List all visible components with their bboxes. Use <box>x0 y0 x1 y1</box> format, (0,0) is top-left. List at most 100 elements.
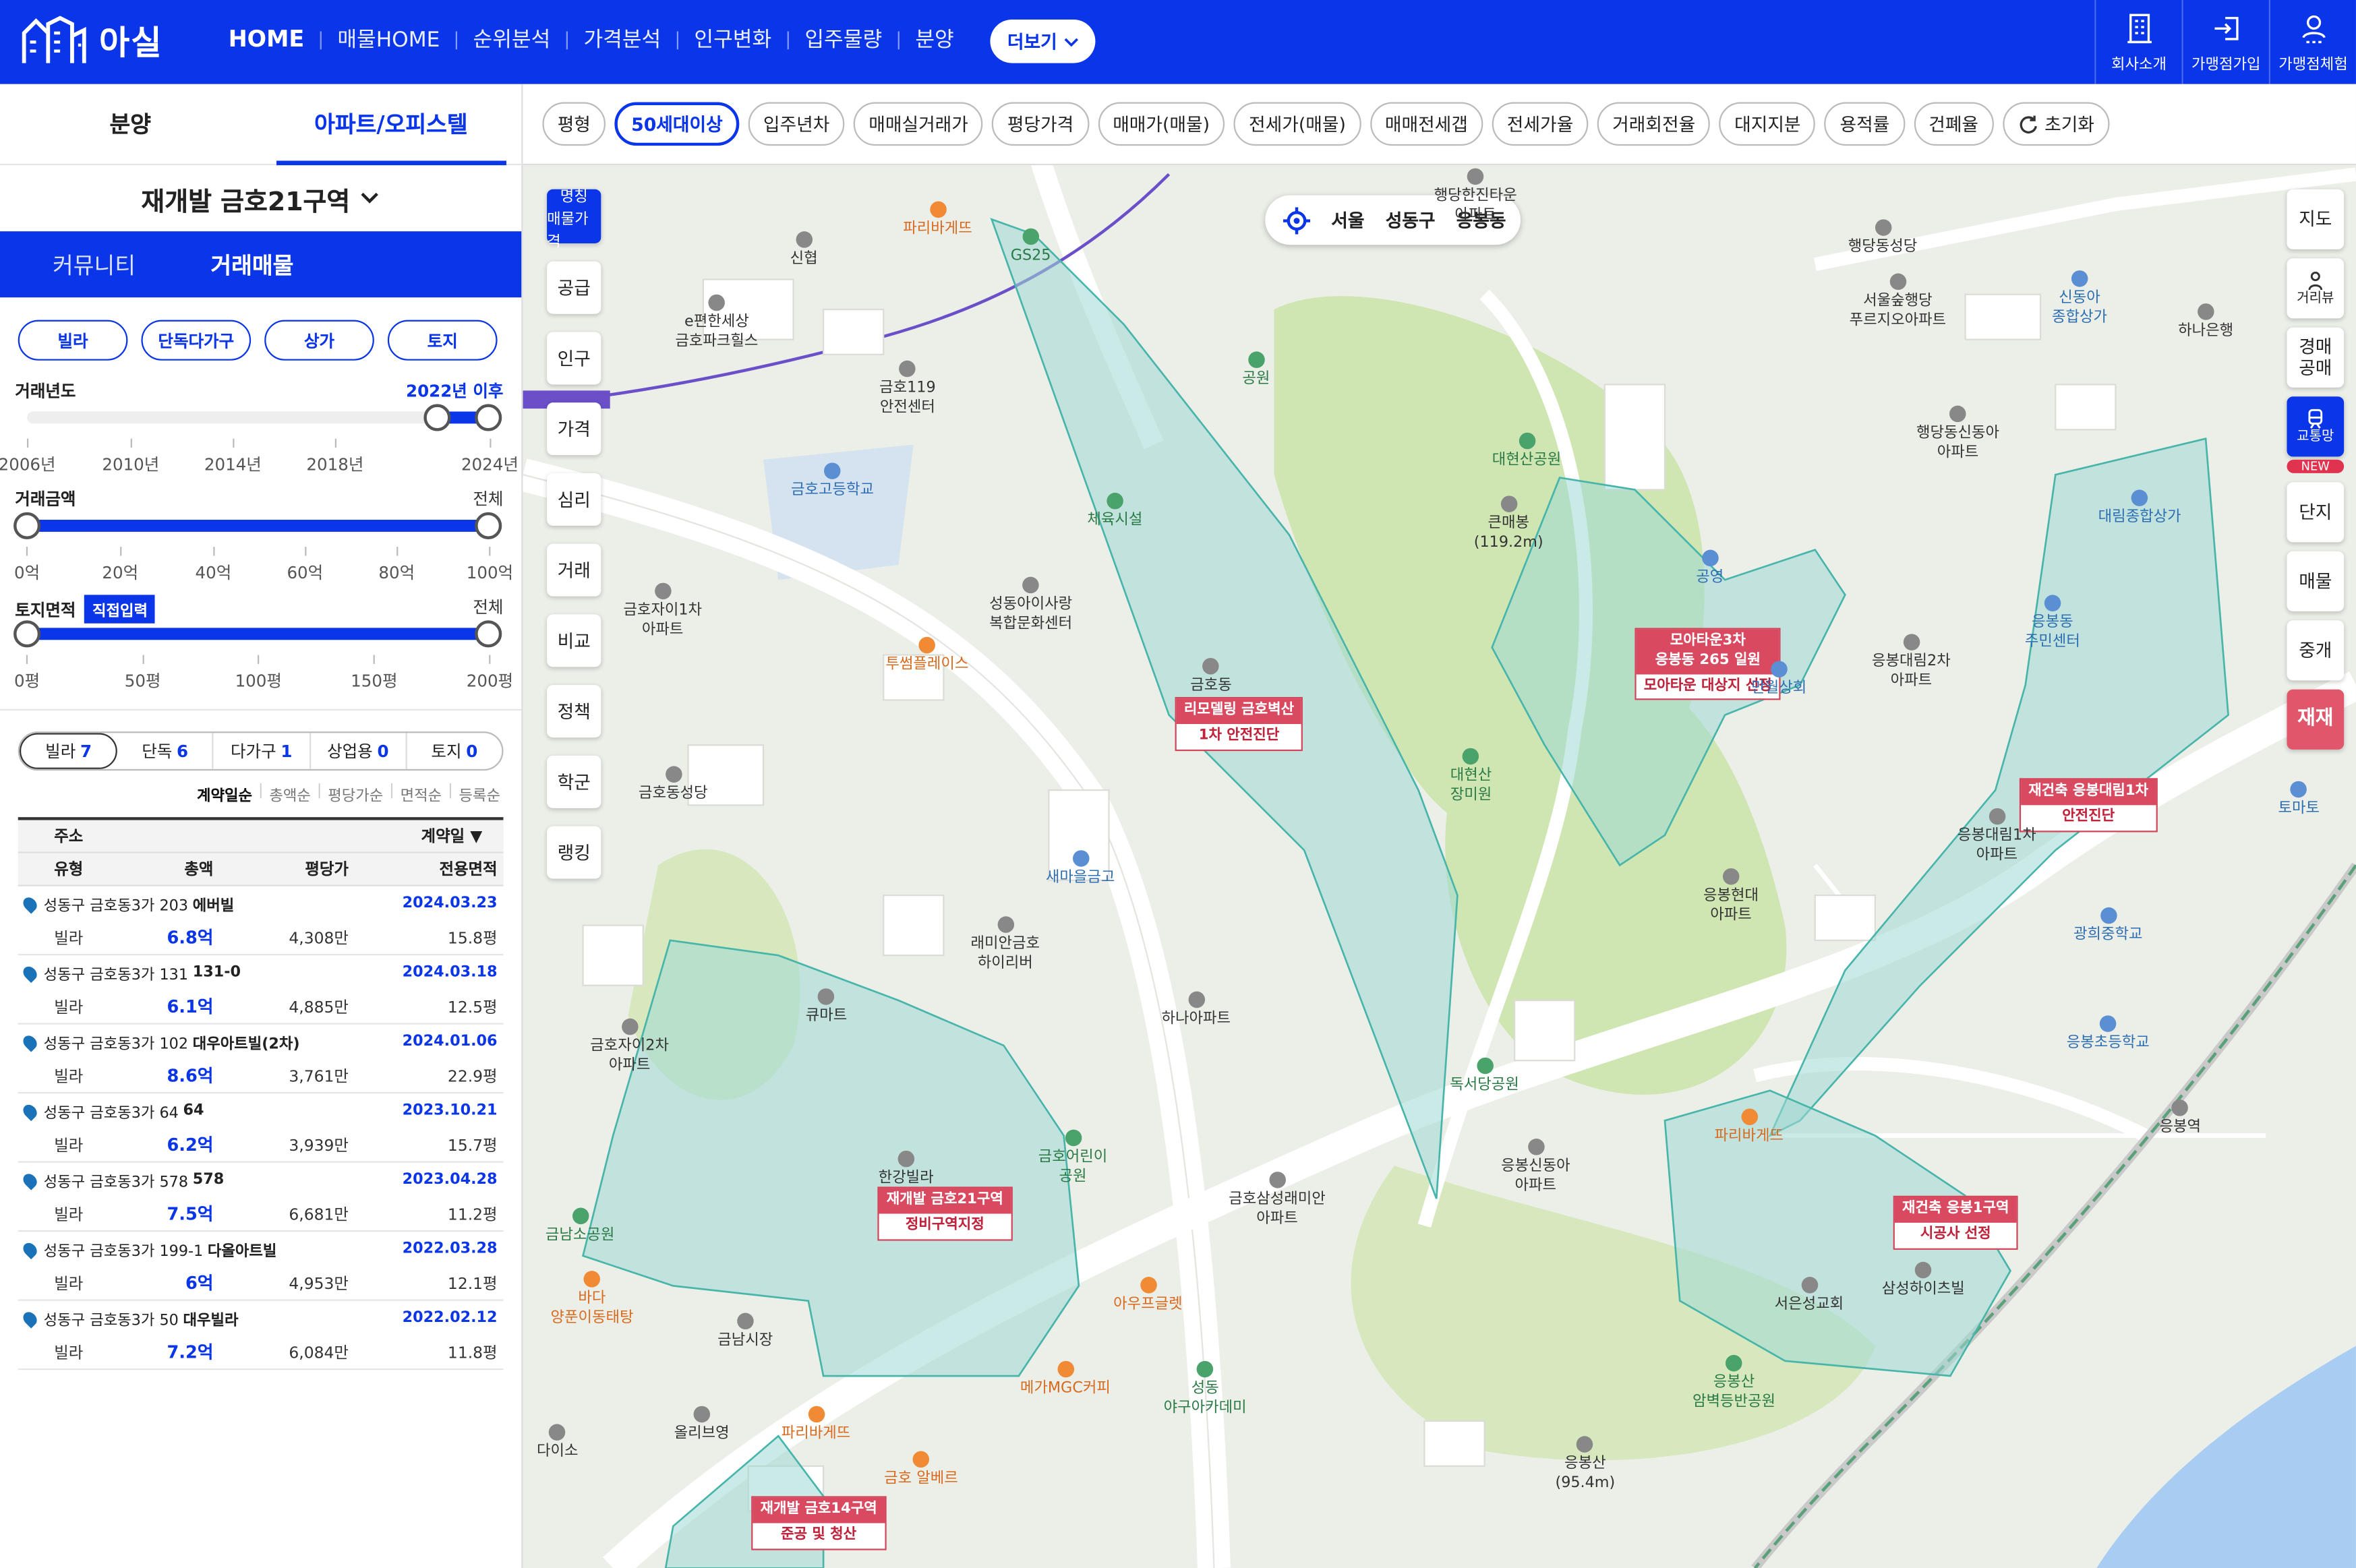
map-poi[interactable]: 삼성하이츠빌 <box>1882 1261 1965 1300</box>
map-poi[interactable]: 바다 양푼이동태탕 <box>550 1271 633 1328</box>
location-district[interactable]: 성동구 <box>1386 208 1436 233</box>
filter-chip[interactable]: 50세대이상 <box>614 102 740 146</box>
toolbar-map[interactable]: 지도 <box>2287 189 2345 249</box>
toolbar-price[interactable]: 가격 <box>547 402 601 456</box>
type-villa-button[interactable]: 빌라 <box>18 320 128 361</box>
toolbar-school[interactable]: 학군 <box>547 755 601 808</box>
price-slider-max-handle[interactable] <box>475 512 502 539</box>
map-poi[interactable]: 서은성교회 <box>1775 1277 1844 1315</box>
category-multi[interactable]: 다가구 1 <box>214 733 311 769</box>
toolbar-population[interactable]: 인구 <box>547 332 601 385</box>
map-poi[interactable]: 서울숲행당 푸르지오아파트 <box>1850 273 1946 331</box>
tab-transactions[interactable]: 거래매물 <box>210 249 293 280</box>
map-poi[interactable]: 만월상회 <box>1751 661 1806 699</box>
price-slider-min-handle[interactable] <box>13 512 41 539</box>
table-row[interactable]: 성동구 금호동3가 50 대우빌라 2022.02.12 <box>18 1301 504 1335</box>
map-poi[interactable]: 공영 <box>1696 549 1724 589</box>
tab-community[interactable]: 커뮤니티 <box>53 249 136 280</box>
map-poi[interactable]: 행당한진타운 아파트 <box>1434 168 1517 226</box>
land-slider-min-handle[interactable] <box>13 620 41 648</box>
filter-chip[interactable]: 매매가(매물) <box>1097 102 1225 146</box>
map-area[interactable]: 평형 50세대이상 입주년차 매매실거래가 평당가격 매매가(매물) 전세가(매물) 매매전세… <box>523 84 2356 1568</box>
map-poi[interactable]: 응봉대림2차 아파트 <box>1872 634 1951 691</box>
table-row-detail[interactable]: 빌라 6억 4,953만 12.1평 <box>18 1266 504 1301</box>
zone-label[interactable]: 재건축 응봉1구역 시공사 선정 <box>1893 1195 2018 1250</box>
map-poi[interactable]: 큐마트 <box>806 988 847 1027</box>
location-city[interactable]: 서울 <box>1331 208 1364 233</box>
map-poi[interactable]: 금남소공원 <box>546 1207 614 1246</box>
toolbar-sentiment[interactable]: 심리 <box>547 473 601 526</box>
category-house[interactable]: 단독 6 <box>117 733 214 769</box>
year-slider-min-handle[interactable] <box>423 404 451 431</box>
table-row-detail[interactable]: 빌라 6.2억 3,939만 15.7평 <box>18 1128 504 1163</box>
map-poi[interactable]: 메가MGC커피 <box>1020 1360 1111 1399</box>
toolbar-ranking[interactable]: 랭킹 <box>547 826 601 879</box>
table-row-detail[interactable]: 빌라 6.1억 4,885만 12.5평 <box>18 990 504 1025</box>
map-poi[interactable]: 큰매봉 (119.2m) <box>1474 495 1543 553</box>
map-poi[interactable]: 성동아이사랑 복합문화센터 <box>989 576 1072 634</box>
nav-listing-home[interactable]: 매물HOME <box>337 24 440 55</box>
map-poi[interactable]: 행당동성당 <box>1848 219 1917 258</box>
nav-home[interactable]: HOME <box>229 26 304 53</box>
region-selector[interactable]: 재개발 금호21구역 <box>0 165 521 231</box>
crosshair-icon[interactable] <box>1283 206 1311 234</box>
land-slider-max-handle[interactable] <box>475 620 502 648</box>
map-poi[interactable]: 투썸플레이스 <box>885 636 968 675</box>
zone-label[interactable]: 재건축 응봉대림1차 안전진단 <box>2019 778 2158 832</box>
sort-registered[interactable]: 등록순 <box>459 783 501 806</box>
toolbar-transit[interactable]: 교통망 <box>2287 396 2345 457</box>
map-poi[interactable]: 다이소 <box>537 1424 578 1462</box>
table-row[interactable]: 성동구 금호동3가 203 에버빌 2024.03.23 <box>18 886 504 921</box>
toolbar-redevelopment[interactable]: 재재 <box>2287 689 2345 750</box>
map-poi[interactable]: 금호 알베르 <box>884 1451 958 1490</box>
nav-ranking[interactable]: 순위분석 <box>473 24 550 55</box>
zone-label[interactable]: 재개발 금호21구역 정비구역지정 <box>877 1186 1013 1240</box>
map-poi[interactable]: 대현산 장미원 <box>1450 748 1492 806</box>
map-poi[interactable]: 성동 야구아카데미 <box>1164 1360 1247 1418</box>
map-poi[interactable]: 체육시설 <box>1087 492 1142 531</box>
map-poi[interactable]: 신협 <box>790 231 818 270</box>
reset-button[interactable]: 초기화 <box>2002 102 2110 146</box>
year-slider-max-handle[interactable] <box>475 404 502 431</box>
map-poi[interactable]: 하나은행 <box>2178 303 2233 342</box>
direct-input-button[interactable]: 직접입력 <box>84 595 156 624</box>
map-poi[interactable]: 파리바게뜨 <box>782 1406 850 1445</box>
map-poi[interactable]: 응봉동 주민센터 <box>2025 595 2080 652</box>
map-poi[interactable]: 파리바게뜨 <box>1714 1108 1784 1147</box>
sort-contract-date[interactable]: 계약일순 <box>197 783 252 806</box>
sort-per-pyeong[interactable]: 평당가순 <box>328 783 383 806</box>
table-row[interactable]: 성동구 금호동3가 199-1 다올아트빌 2022.03.28 <box>18 1232 504 1266</box>
map-poi[interactable]: 아우프글렛 <box>1113 1277 1183 1315</box>
category-land[interactable]: 토지 0 <box>407 733 502 768</box>
name-price-toggle[interactable]: 명칭 매물가격 <box>547 189 601 250</box>
table-row-detail[interactable]: 빌라 8.6억 3,761만 22.9평 <box>18 1059 504 1094</box>
tab-presale[interactable]: 분양 <box>0 84 261 164</box>
filter-chip[interactable]: 전세가(매물) <box>1233 102 1361 146</box>
map-poi[interactable]: 토마토 <box>2278 781 2320 820</box>
filter-chip[interactable]: 용적률 <box>1825 102 1905 146</box>
toolbar-policy[interactable]: 정책 <box>547 685 601 738</box>
toolbar-agent[interactable]: 중개 <box>2287 620 2345 681</box>
type-store-button[interactable]: 상가 <box>264 320 374 361</box>
map-poi[interactable]: GS25 <box>1011 228 1051 267</box>
company-button[interactable]: 회사소개 <box>2094 0 2181 84</box>
map-poi[interactable]: 응봉산 (95.4m) <box>1555 1436 1615 1493</box>
table-row[interactable]: 성동구 금호동3가 578 578 2023.04.28 <box>18 1163 504 1197</box>
logo[interactable]: 아실 <box>21 15 163 66</box>
map-poi[interactable]: 하나아파트 <box>1161 991 1231 1030</box>
toolbar-auction[interactable]: 경매 공매 <box>2287 327 2345 388</box>
filter-chip[interactable]: 대지지분 <box>1719 102 1816 146</box>
map-poi[interactable]: 응봉대림1차 아파트 <box>1957 808 2036 866</box>
nav-population[interactable]: 인구변화 <box>694 24 771 55</box>
map-poi[interactable]: 새마을금고 <box>1046 850 1115 888</box>
map-poi[interactable]: 응봉초등학교 <box>2067 1015 2150 1054</box>
table-row[interactable]: 성동구 금호동3가 64 64 2023.10.21 <box>18 1093 504 1128</box>
map-poi[interactable]: 광희중학교 <box>2073 907 2143 946</box>
nav-supply[interactable]: 입주물량 <box>804 24 882 55</box>
map-poi[interactable]: 응봉역 <box>2160 1099 2201 1138</box>
filter-chip[interactable]: 평당가격 <box>992 102 1089 146</box>
nav-presale[interactable]: 분양 <box>915 24 953 55</box>
price-slider[interactable] <box>13 512 502 539</box>
toolbar-compare[interactable]: 비교 <box>547 614 601 667</box>
category-commercial[interactable]: 상업용 0 <box>310 733 407 769</box>
